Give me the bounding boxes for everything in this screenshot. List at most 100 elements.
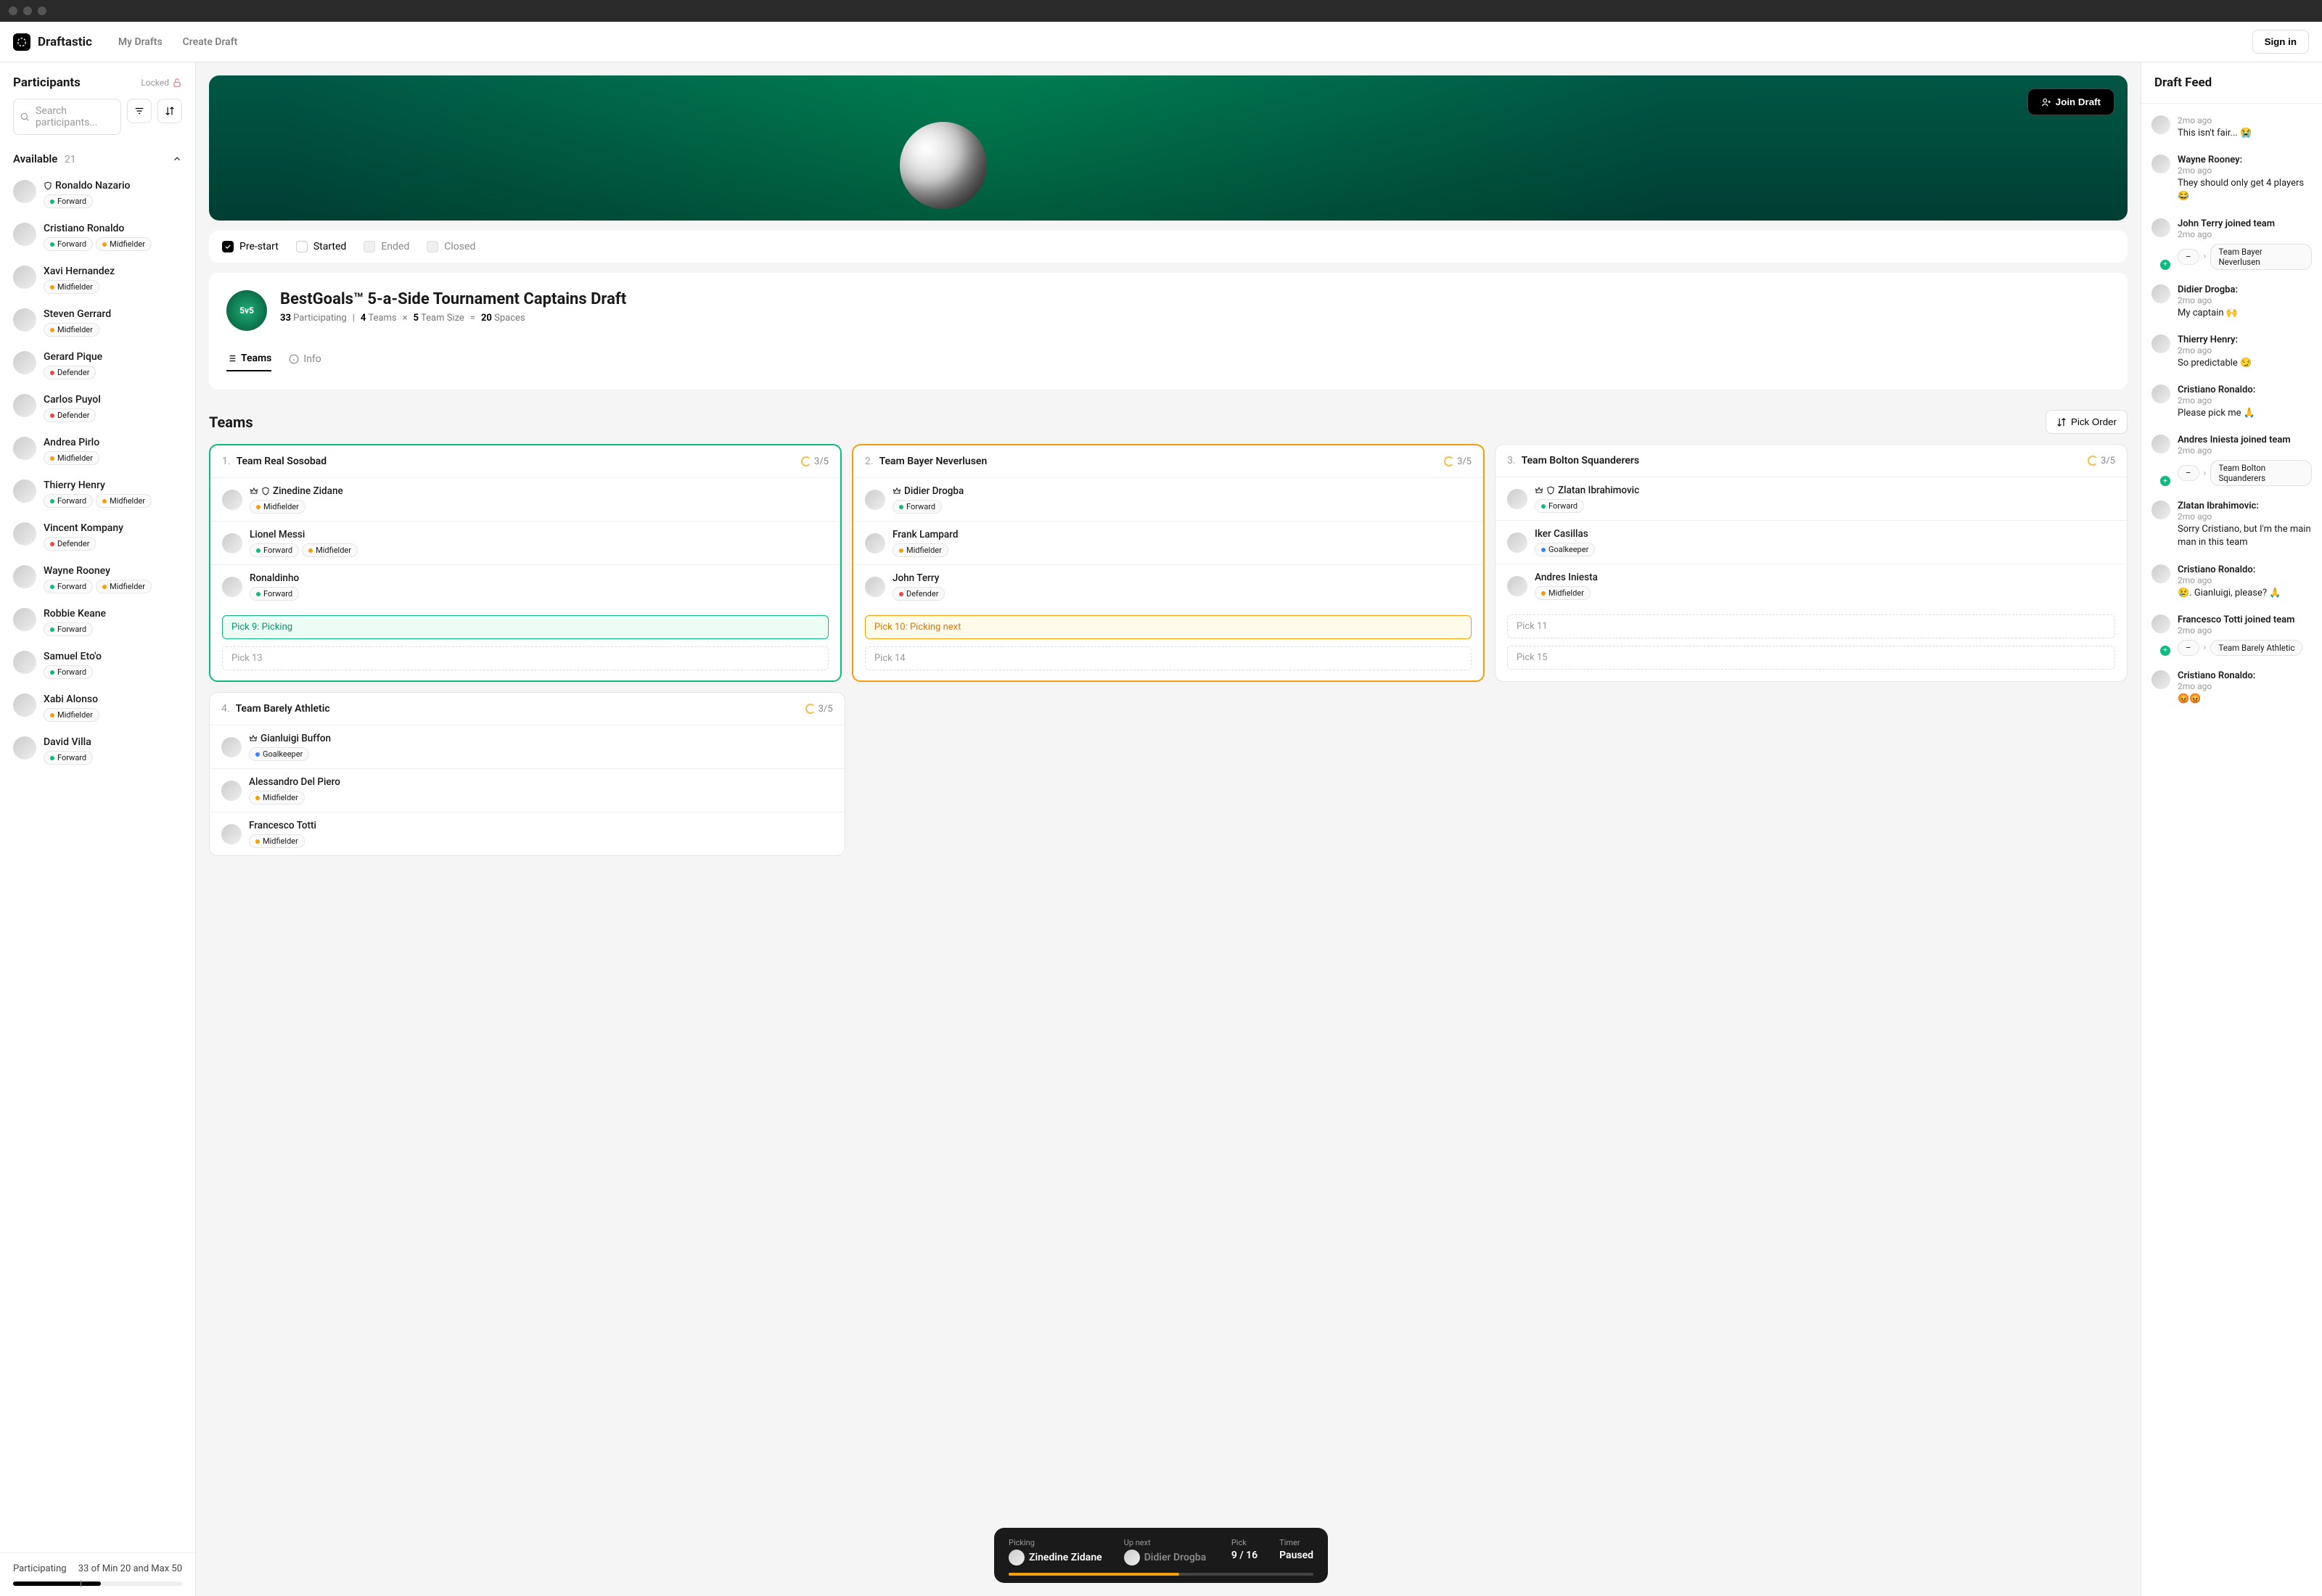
sort-button[interactable]: [157, 99, 182, 123]
avatar: [13, 736, 36, 760]
feed-transfer: –› Team Bolton Squanderers: [2178, 460, 2312, 486]
pick-slot: Pick 14: [865, 646, 1472, 670]
team-card[interactable]: 4. Team Barely Athletic 3/5 Gianluigi Bu…: [209, 692, 845, 856]
team-player[interactable]: Zinedine Zidane Midfielder: [210, 477, 840, 521]
pick-slot: Pick 15: [1507, 646, 2115, 670]
team-player[interactable]: John Terry Defender: [853, 564, 1483, 608]
chrome-close-dot[interactable]: [9, 7, 17, 15]
nav-my-drafts[interactable]: My Drafts: [118, 36, 163, 48]
participant-row[interactable]: Gerard Pique Defender: [0, 344, 195, 387]
window-chrome: [0, 0, 2322, 22]
role-chip: Defender: [44, 408, 96, 422]
app-logo[interactable]: Draftastic: [13, 33, 92, 51]
feed-avatar-wrap: [2151, 501, 2170, 549]
role-chip: Midfielder: [96, 237, 152, 251]
chevron-up-icon: [172, 154, 182, 164]
participants-footer: Participating 33 of Min 20 and Max 50: [0, 1552, 195, 1596]
nav-create-draft[interactable]: Create Draft: [183, 36, 238, 48]
participant-row[interactable]: Cristiano Ronaldo ForwardMidfielder: [0, 215, 195, 258]
participant-row[interactable]: Xavi Hernandez Midfielder: [0, 258, 195, 301]
participant-list[interactable]: Ronaldo Nazario Forward Cristiano Ronald…: [0, 173, 195, 1552]
role-chip: Forward: [893, 500, 942, 514]
chrome-min-dot[interactable]: [23, 7, 32, 15]
main-content: Join Draft Pre-startStartedEndedClosed 5…: [196, 62, 2141, 1596]
feed-item: John Terry joined team 2mo ago –› Team B…: [2151, 211, 2312, 277]
team-player[interactable]: Andres Iniesta Midfielder: [1496, 564, 2127, 607]
team-player[interactable]: Zlatan Ibrahimovic Forward: [1496, 477, 2127, 520]
join-draft-button[interactable]: Join Draft: [2027, 89, 2114, 115]
chrome-max-dot[interactable]: [38, 7, 46, 15]
feed-item: Didier Drogba: 2mo agoMy captain 🙌: [2151, 277, 2312, 327]
team-card[interactable]: 3. Team Bolton Squanderers 3/5 Zlatan Ib…: [1495, 444, 2128, 682]
feed-author: Andres Iniesta joined team: [2178, 435, 2312, 445]
team-player[interactable]: Didier Drogba Forward: [853, 477, 1483, 521]
search-input[interactable]: Search participants...: [13, 99, 121, 135]
feed-author: Didier Drogba:: [2178, 284, 2312, 295]
feed-list[interactable]: 2mo agoThis isn't fair... 😭 Wayne Rooney…: [2141, 104, 2322, 1596]
team-card[interactable]: 1. Team Real Sosobad 3/5 Zinedine Zidane…: [209, 444, 842, 682]
filter-button[interactable]: [127, 99, 152, 123]
avatar: [1507, 489, 1527, 509]
hero-banner: Join Draft: [209, 75, 2128, 221]
team-player[interactable]: Iker Casillas Goalkeeper: [1496, 520, 2127, 564]
pick-order-button[interactable]: Pick Order: [2046, 410, 2128, 434]
draft-feed-panel: Draft Feed 2mo agoThis isn't fair... 😭 W…: [2141, 62, 2322, 1596]
tab-teams[interactable]: Teams: [226, 347, 271, 371]
avatar: [221, 737, 242, 757]
feed-transfer: –› Team Barely Athletic: [2178, 640, 2312, 656]
participant-row[interactable]: Samuel Eto'o Forward: [0, 643, 195, 686]
feed-avatar-wrap: [2151, 334, 2170, 370]
status-pre-start[interactable]: Pre-start: [222, 241, 279, 252]
status-started[interactable]: Started: [296, 241, 347, 252]
feed-item: Andres Iniesta joined team 2mo ago –› Te…: [2151, 427, 2312, 493]
role-chip: Midfielder: [250, 500, 305, 514]
participant-row[interactable]: Andrea Pirlo Midfielder: [0, 429, 195, 472]
avatar: [865, 577, 885, 597]
search-icon: [20, 112, 30, 122]
feed-message: 😢. Gianluigi, please? 🙏: [2178, 587, 2312, 600]
participant-row[interactable]: David Villa Forward: [0, 729, 195, 772]
avatar: [1507, 532, 1527, 553]
tab-info[interactable]: Info: [289, 347, 321, 371]
participant-row[interactable]: Thierry Henry ForwardMidfielder: [0, 472, 195, 515]
crown-icon: [893, 487, 901, 495]
team-card[interactable]: 2. Team Bayer Neverlusen 3/5 Didier Drog…: [852, 444, 1485, 682]
participant-row[interactable]: Steven Gerrard Midfielder: [0, 301, 195, 344]
draft-card: 5v5 BestGoals™ 5-a-Side Tournament Capta…: [209, 273, 2128, 390]
avatar: [13, 608, 36, 631]
team-player[interactable]: Alessandro Del Piero Midfielder: [210, 768, 845, 812]
pick-progress: [1009, 1573, 1313, 1576]
feed-avatar-wrap: [2151, 435, 2170, 486]
signin-button[interactable]: Sign in: [2252, 30, 2309, 54]
team-player[interactable]: Ronaldinho Forward: [210, 564, 840, 608]
role-chip: Forward: [250, 543, 299, 557]
available-section-toggle[interactable]: Available 21: [0, 145, 195, 173]
avatar: [2151, 564, 2170, 583]
participant-row[interactable]: Robbie Keane Forward: [0, 601, 195, 643]
role-chip: Forward: [44, 665, 93, 679]
team-player[interactable]: Gianluigi Buffon Goalkeeper: [210, 725, 845, 768]
feed-avatar-wrap: [2151, 218, 2170, 270]
role-chip: Forward: [44, 237, 93, 251]
role-chip: Defender: [44, 537, 96, 551]
participant-row[interactable]: Xabi Alonso Midfielder: [0, 686, 195, 729]
participant-row[interactable]: Vincent Kompany Defender: [0, 515, 195, 558]
pick-slot: Pick 9: Picking: [222, 615, 829, 639]
participant-row[interactable]: Wayne Rooney ForwardMidfielder: [0, 558, 195, 601]
team-player[interactable]: Francesco Totti Midfielder: [210, 812, 845, 855]
team-player[interactable]: Lionel Messi ForwardMidfielder: [210, 521, 840, 564]
team-player[interactable]: Frank Lampard Midfielder: [853, 521, 1483, 564]
participant-row[interactable]: Ronaldo Nazario Forward: [0, 173, 195, 215]
feed-author: Thierry Henry:: [2178, 334, 2312, 345]
role-chip: Midfielder: [249, 791, 305, 805]
feed-item: Wayne Rooney: 2mo agoThey should only ge…: [2151, 147, 2312, 210]
shield-icon: [261, 487, 270, 495]
pick-slot: Pick 10: Picking next: [865, 615, 1472, 639]
nav-links: My Drafts Create Draft: [118, 36, 237, 48]
feed-message: So predictable 😏: [2178, 357, 2312, 370]
role-chip: Forward: [44, 622, 93, 636]
role-chip: Midfielder: [893, 543, 948, 557]
swap-icon: [2056, 417, 2067, 427]
participant-row[interactable]: Carlos Puyol Defender: [0, 387, 195, 429]
team-header: 3. Team Bolton Squanderers 3/5: [1496, 445, 2127, 477]
